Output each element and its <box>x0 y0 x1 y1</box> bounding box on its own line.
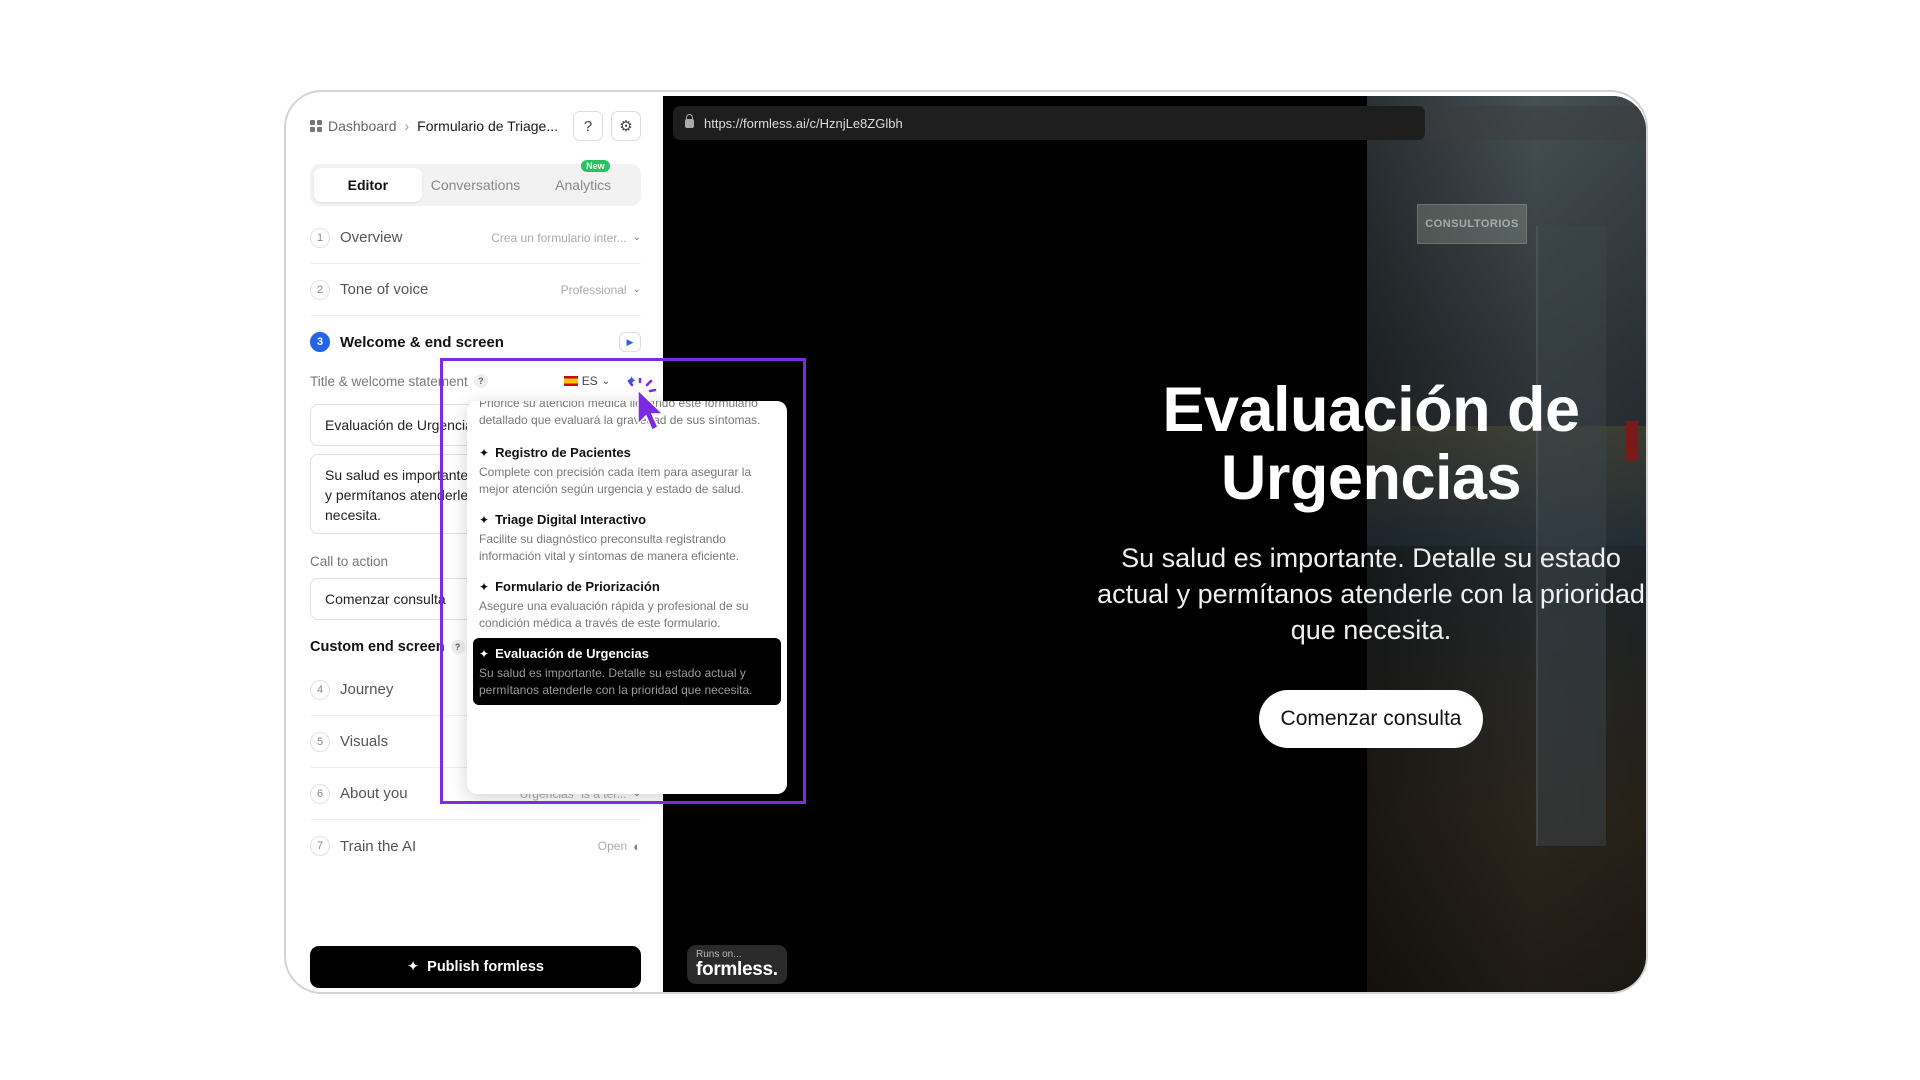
suggestion-title: Evaluación de Urgencias <box>495 646 649 661</box>
step-label: Tone of voice <box>340 281 429 298</box>
step-label: About you <box>340 785 408 802</box>
suggestion-desc: Facilite su diagnóstico preconsulta regi… <box>479 532 740 563</box>
suggestion-title: Registro de Pacientes <box>495 445 631 460</box>
browser-url-bar[interactable]: https://formless.ai/c/HznjLe8ZGlbh <box>673 106 1425 140</box>
step-overview[interactable]: 1 Overview Crea un formulario inter... ⌄ <box>310 212 641 264</box>
step-number: 4 <box>310 679 330 700</box>
step-summary-text: Open <box>597 839 628 853</box>
spain-flag-icon <box>563 376 578 386</box>
tab-label: Analytics <box>555 177 612 193</box>
tab-label: Editor <box>347 177 389 193</box>
preview-title: Evaluación de Urgencias <box>1162 375 1580 513</box>
field-label: Call to action <box>310 553 389 569</box>
runs-on-formless-badge[interactable]: Runs on... formless. <box>687 945 787 984</box>
sparkle-icon: ✦ <box>479 512 490 527</box>
question-icon[interactable]: ? <box>450 640 465 654</box>
publish-button[interactable]: ✦ Publish formless <box>310 946 641 988</box>
step-number: 6 <box>310 783 330 804</box>
formless-logo: formless. <box>696 959 778 980</box>
breadcrumb: Dashboard › Formulario de Triage... <box>310 118 558 134</box>
sparkle-icon: ✦ <box>479 579 490 594</box>
suggestion-item[interactable]: ✦ Registro de Pacientes Complete con prec… <box>473 437 781 504</box>
language-select[interactable]: ES ⌄ <box>563 374 611 388</box>
step-label: Train the AI <box>340 837 417 855</box>
step-summary: Open ◐ <box>598 839 641 854</box>
step-number: 1 <box>310 227 330 248</box>
question-icon: ? <box>583 117 593 135</box>
step-train-the-ai[interactable]: 7 Train the AI Open ◐ <box>310 820 641 872</box>
tab-label: Conversations <box>430 177 521 193</box>
suggestion-desc: Su salud es importante. Detalle su estad… <box>479 666 753 697</box>
sparkle-icon: ✦ <box>407 959 420 975</box>
step-number: 7 <box>310 836 330 856</box>
step-label: Journey <box>340 681 394 698</box>
step-summary: Professional ⌄ <box>561 283 641 297</box>
question-icon[interactable]: ? <box>473 374 488 388</box>
settings-button[interactable]: ⚙ <box>611 111 641 141</box>
step-welcome-end-screen[interactable]: 3 Welcome & end screen ▶ <box>310 316 641 368</box>
breadcrumb-current: Formulario de Triage... <box>417 118 559 134</box>
dashboard-grid-icon <box>310 120 322 132</box>
photo-sign: CONSULTORIOS <box>1417 204 1527 244</box>
chevron-down-icon: ⌄ <box>632 232 641 243</box>
breadcrumb-dashboard-link[interactable]: Dashboard <box>328 118 397 134</box>
tab-editor[interactable]: Editor <box>314 168 422 202</box>
language-value: ES <box>581 374 598 388</box>
tab-analytics[interactable]: New Analytics <box>529 160 637 202</box>
step-label: Welcome & end screen <box>340 333 504 351</box>
step-label: Overview <box>340 229 403 246</box>
sparkle-icon: ✦ <box>479 445 490 460</box>
suggestion-desc: Asegure una evaluación rápida y profesio… <box>479 599 749 630</box>
step-label: Visuals <box>340 733 389 750</box>
suggestion-item[interactable]: ✦ Formulario de Priorización Asegure una … <box>473 571 781 638</box>
url-bar-extension <box>1425 106 1646 140</box>
step-number: 2 <box>310 279 330 300</box>
help-button[interactable]: ? <box>573 111 603 141</box>
url-text: https://formless.ai/c/HznjLe8ZGlbh <box>704 115 903 131</box>
new-badge: New <box>581 160 610 172</box>
photo-sign-text: CONSULTORIOS <box>1425 218 1519 230</box>
tab-conversations[interactable]: Conversations <box>422 168 530 202</box>
form-preview: CONSULTORIOS https://formless.ai/c/HznjL… <box>663 96 1646 992</box>
gear-icon: ⚙ <box>619 118 633 135</box>
brain-icon: ◐ <box>633 838 641 854</box>
welcome-screen: Evaluación de Urgencias Su salud es impo… <box>1083 376 1646 748</box>
suggestion-item[interactable]: ✦ Triage Digital Interactivo Facilite su … <box>473 504 781 571</box>
chevron-down-icon: ⌄ <box>632 284 641 295</box>
sparkle-icon: ✦ <box>479 646 490 661</box>
field-label: Custom end screen <box>310 639 445 655</box>
step-tone-of-voice[interactable]: 2 Tone of voice Professional ⌄ <box>310 264 641 316</box>
step-summary: Crea un formulario inter... ⌄ <box>491 231 641 245</box>
preview-subtitle: Su salud es importante. Detalle su estad… <box>1097 543 1645 645</box>
start-consultation-button[interactable]: Comenzar consulta <box>1258 690 1484 748</box>
suggestion-partial[interactable]: Priorice su atención médica llenando est… <box>473 401 781 429</box>
suggestion-title: Formulario de Priorización <box>495 579 660 594</box>
play-icon: ▶ <box>626 336 634 347</box>
step-number: 5 <box>310 731 330 752</box>
suggestion-desc: Complete con precisión cada ítem para as… <box>479 465 752 496</box>
topbar-actions: ? ⚙ <box>573 111 641 141</box>
step-number: 3 <box>310 332 330 352</box>
input-value: Evaluación de Urgencias <box>325 417 480 433</box>
publish-label: Publish formless <box>427 959 544 975</box>
suggestion-item-selected[interactable]: ✦ Evaluación de Urgencias Su salud es imp… <box>473 638 781 705</box>
breadcrumb-chevron-icon: › <box>404 118 410 134</box>
field-label: Title & welcome statement <box>310 373 468 389</box>
preview-play-button[interactable]: ▶ <box>619 332 641 352</box>
sidebar-topbar: Dashboard › Formulario de Triage... ? ⚙ <box>310 96 641 156</box>
step-summary-text: Professional <box>560 282 627 297</box>
suggestion-title: Triage Digital Interactivo <box>495 512 647 527</box>
pointer-cursor-icon <box>628 378 665 432</box>
editor-tabs: Editor Conversations New Analytics <box>310 160 641 206</box>
title-welcome-label-row: Title & welcome statement ? ES ⌄ ✦ <box>310 368 641 394</box>
lock-icon <box>685 113 694 128</box>
ai-suggestions-popover: Priorice su atención médica llenando est… <box>467 401 787 794</box>
chevron-down-icon: ⌄ <box>601 375 611 387</box>
step-summary-text: Crea un formulario inter... <box>491 230 627 245</box>
input-value: Comenzar consulta <box>325 591 446 607</box>
